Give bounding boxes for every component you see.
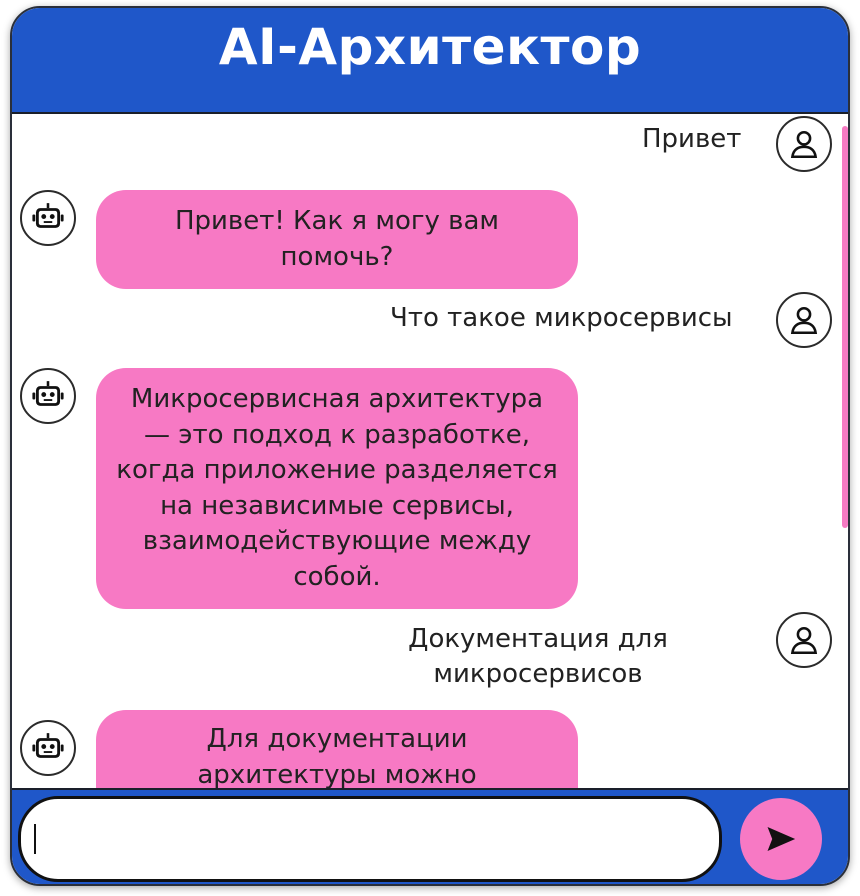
bot-avatar <box>20 368 76 424</box>
message-input[interactable] <box>18 796 722 882</box>
chat-header: AI-Архитектор <box>12 8 848 114</box>
bot-message-bubble: Для документации архитектуры можно <box>96 710 578 788</box>
bot-avatar <box>20 720 76 776</box>
user-avatar <box>776 612 832 668</box>
robot-icon <box>32 381 64 406</box>
user-avatar <box>776 116 832 172</box>
user-message-text: Документация для микросервисов <box>408 624 668 689</box>
robot-icon <box>32 733 64 758</box>
user-icon <box>790 626 818 655</box>
user-message-text: Привет <box>642 124 742 154</box>
text-caret <box>34 824 36 854</box>
message-list[interactable]: Привет Привет! Как я могу вам помочь? Чт… <box>12 114 848 788</box>
bot-avatar <box>20 190 76 246</box>
user-avatar <box>776 292 832 348</box>
user-icon <box>790 130 818 159</box>
bot-message-bubble: Привет! Как я могу вам помочь? <box>96 190 578 289</box>
user-message-text: Что такое микросервисы <box>390 303 733 333</box>
chat-window: AI-Архитектор Привет Привет! Как я могу … <box>10 6 850 886</box>
app-title: AI-Архитектор <box>218 18 642 76</box>
send-button[interactable] <box>740 798 822 880</box>
send-icon <box>767 826 796 852</box>
robot-icon <box>32 203 64 228</box>
scrollbar-thumb[interactable] <box>842 126 848 528</box>
user-icon <box>790 306 818 335</box>
bot-message-bubble: Микросервисная архитектура — это подход … <box>96 368 578 609</box>
input-bar <box>12 788 848 884</box>
